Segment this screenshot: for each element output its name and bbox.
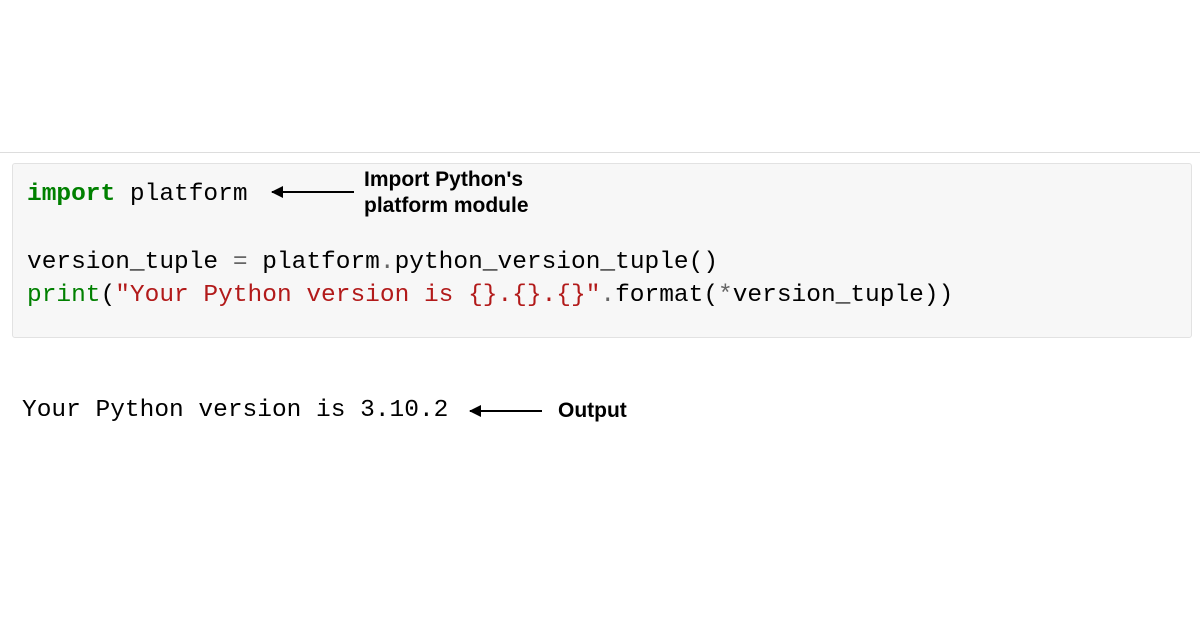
arg-name: version_tuple)) — [733, 282, 954, 309]
star-op: * — [718, 282, 733, 309]
format-call: format( — [615, 282, 718, 309]
keyword-import: import — [27, 181, 115, 208]
arrow-left-icon — [272, 191, 354, 193]
var-name: version_tuple — [27, 249, 233, 276]
arrow-left-icon — [470, 410, 542, 412]
equals-op: = — [233, 249, 248, 276]
annotation-import: Import Python's platform module — [364, 167, 529, 220]
call-name: python_version_tuple() — [395, 249, 718, 276]
dot-op-2: . — [600, 282, 615, 309]
dot-op: . — [380, 249, 395, 276]
string-literal: "Your Python version is {}.{}.{}" — [115, 282, 600, 309]
output-text: Your Python version is 3.10.2 — [22, 397, 448, 424]
expr-platform: platform — [248, 249, 380, 276]
paren-open: ( — [101, 282, 116, 309]
horizontal-divider — [0, 152, 1200, 153]
module-name: platform — [115, 181, 247, 208]
annotation-output: Output — [558, 398, 627, 424]
code-cell: import platform version_tuple = platform… — [12, 163, 1192, 338]
builtin-print: print — [27, 282, 101, 309]
